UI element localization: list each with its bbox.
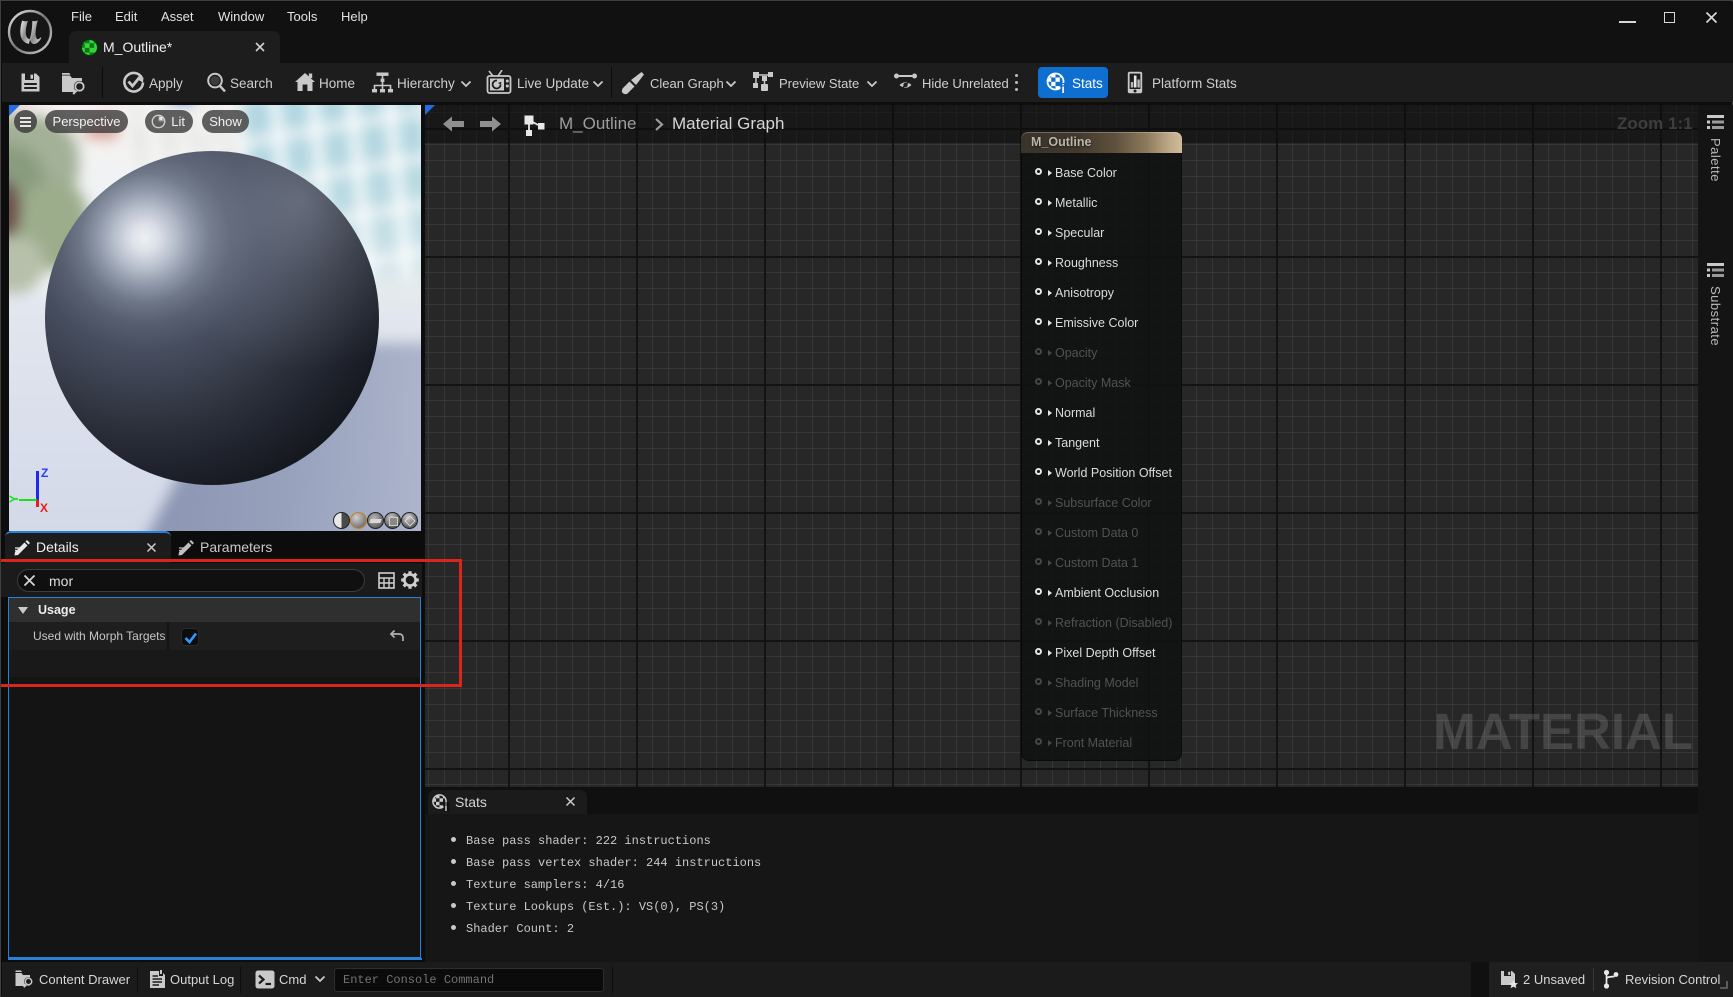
svg-text:i: i <box>445 802 448 812</box>
svg-text:i: i <box>1062 82 1065 94</box>
